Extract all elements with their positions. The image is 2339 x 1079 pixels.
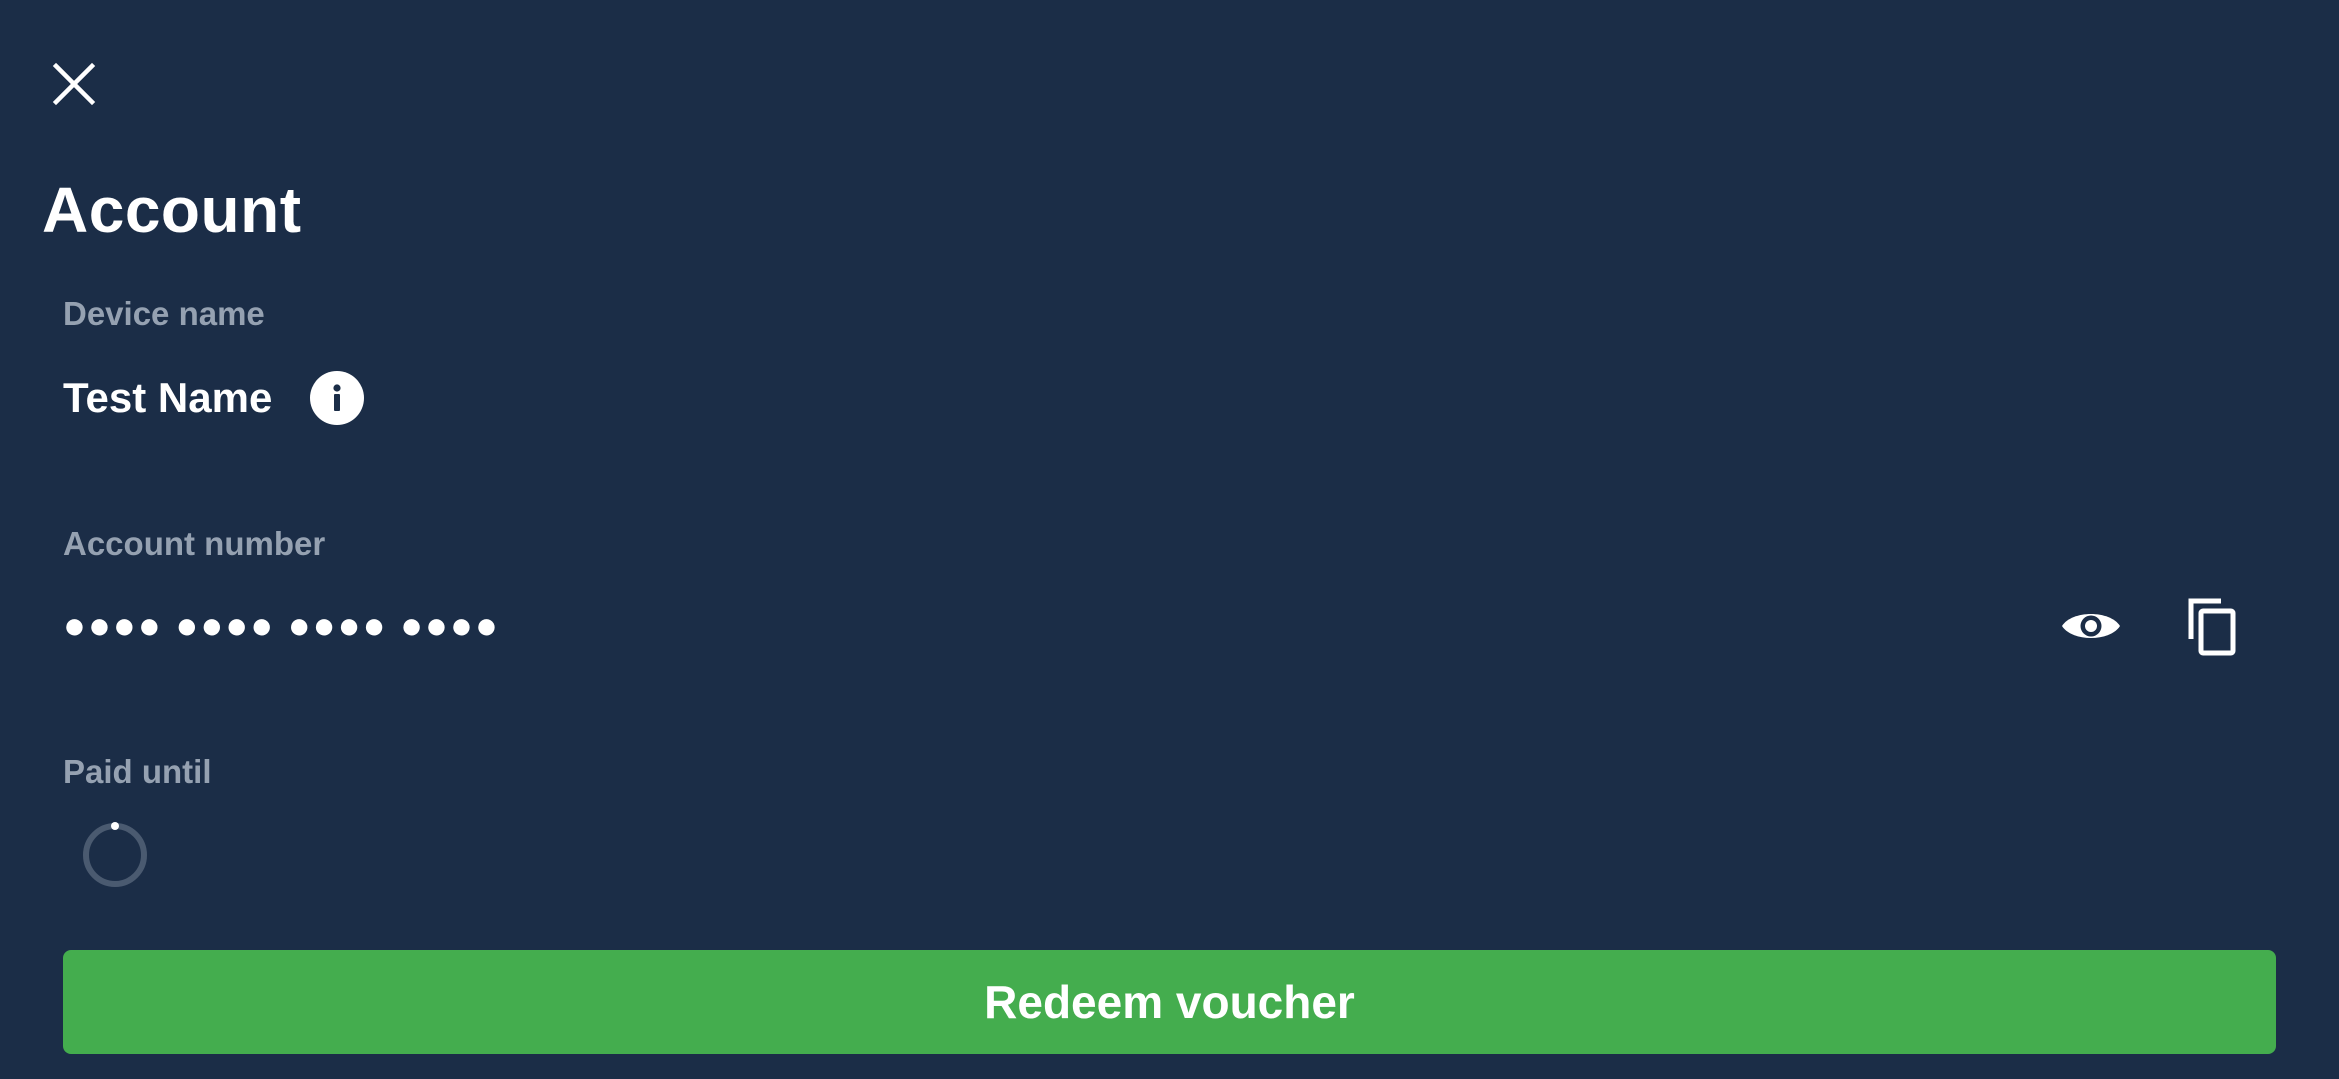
close-button[interactable] bbox=[42, 52, 106, 116]
account-number-label: Account number bbox=[63, 525, 326, 562]
device-info-button[interactable] bbox=[310, 371, 365, 425]
account-number-row: ●●●● ●●●● ●●●● ●●●● bbox=[63, 596, 2283, 656]
device-name-label: Device name bbox=[63, 295, 265, 332]
loading-spinner-icon bbox=[83, 822, 147, 887]
eye-icon bbox=[2062, 614, 2120, 638]
redeem-voucher-button[interactable]: Redeem voucher bbox=[63, 950, 2276, 1054]
account-screen: Account Device name Test Name Account nu… bbox=[0, 0, 2339, 1079]
copy-icon bbox=[2188, 598, 2236, 656]
device-name-row: Test Name bbox=[63, 368, 365, 428]
copy-account-number-button[interactable] bbox=[2177, 590, 2249, 662]
show-account-number-button[interactable] bbox=[2051, 596, 2131, 656]
info-icon bbox=[333, 384, 341, 411]
account-number-value: ●●●● ●●●● ●●●● ●●●● bbox=[63, 604, 500, 647]
close-icon bbox=[52, 62, 96, 106]
paid-until-label: Paid until bbox=[63, 753, 212, 790]
page-title: Account bbox=[42, 174, 302, 246]
device-name-value: Test Name bbox=[63, 374, 273, 421]
